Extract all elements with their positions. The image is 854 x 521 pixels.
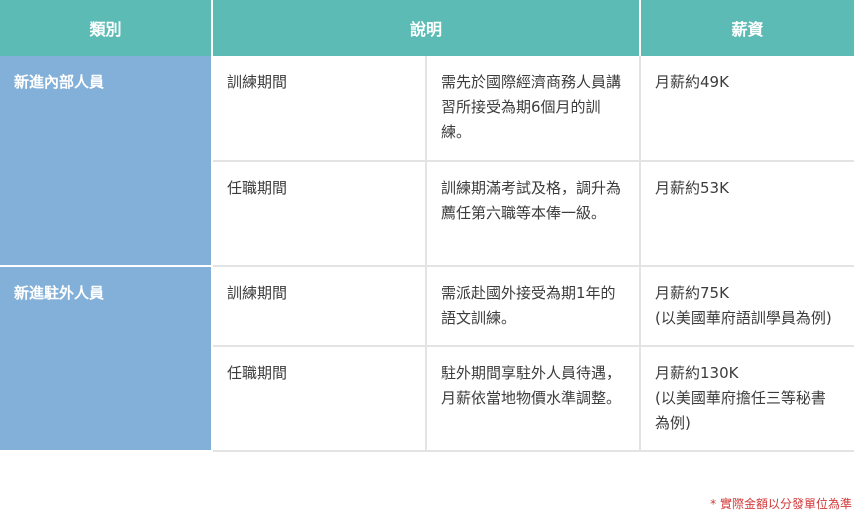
salary-cell: 月薪約49K xyxy=(640,56,854,162)
category-internal-staff: 新進內部人員 xyxy=(0,56,213,267)
footnote: * 實際金額以分發單位為準 xyxy=(710,497,852,511)
salary-table: 類別 說明 薪資 新進內部人員 訓練期間 需先於國際經濟商務人員講習所接受為期6… xyxy=(0,0,854,452)
salary-example-note: (以美國華府擔任三等秘書為例) xyxy=(655,389,826,432)
detail-cell: 需派赴國外接受為期1年的語文訓練。 xyxy=(426,266,642,347)
table-row: 新進內部人員 訓練期間 需先於國際經濟商務人員講習所接受為期6個月的訓練。 月薪… xyxy=(0,56,854,267)
header-salary: 薪資 xyxy=(640,0,854,56)
period-cell: 訓練期間 xyxy=(212,56,427,162)
period-cell: 任職期間 xyxy=(212,161,427,267)
period-cell: 訓練期間 xyxy=(212,266,427,347)
detail-cell: 訓練期滿考試及格，調升為薦任第六職等本俸一級。 xyxy=(426,161,642,267)
detail-cell: 駐外期間享駐外人員待遇，月薪依當地物價水準調整。 xyxy=(426,346,642,452)
header-description: 說明 xyxy=(212,0,642,56)
salary-cell: 月薪約53K xyxy=(640,161,854,267)
table-header-row: 類別 說明 薪資 xyxy=(0,0,854,56)
header-category: 類別 xyxy=(0,0,213,56)
salary-amount: 月薪約130K xyxy=(655,364,739,382)
detail-cell: 需先於國際經濟商務人員講習所接受為期6個月的訓練。 xyxy=(426,56,642,162)
salary-amount: 月薪約53K xyxy=(655,179,729,197)
category-overseas-staff: 新進駐外人員 xyxy=(0,266,213,452)
salary-amount: 月薪約75K xyxy=(655,284,729,302)
table-row: 新進駐外人員 訓練期間 需派赴國外接受為期1年的語文訓練。 月薪約75K (以美… xyxy=(0,266,854,452)
salary-example-note: (以美國華府語訓學員為例) xyxy=(655,309,832,327)
period-cell: 任職期間 xyxy=(212,346,427,452)
salary-cell: 月薪約75K (以美國華府語訓學員為例) xyxy=(640,266,854,347)
salary-amount: 月薪約49K xyxy=(655,73,729,91)
salary-cell: 月薪約130K (以美國華府擔任三等秘書為例) xyxy=(640,346,854,452)
